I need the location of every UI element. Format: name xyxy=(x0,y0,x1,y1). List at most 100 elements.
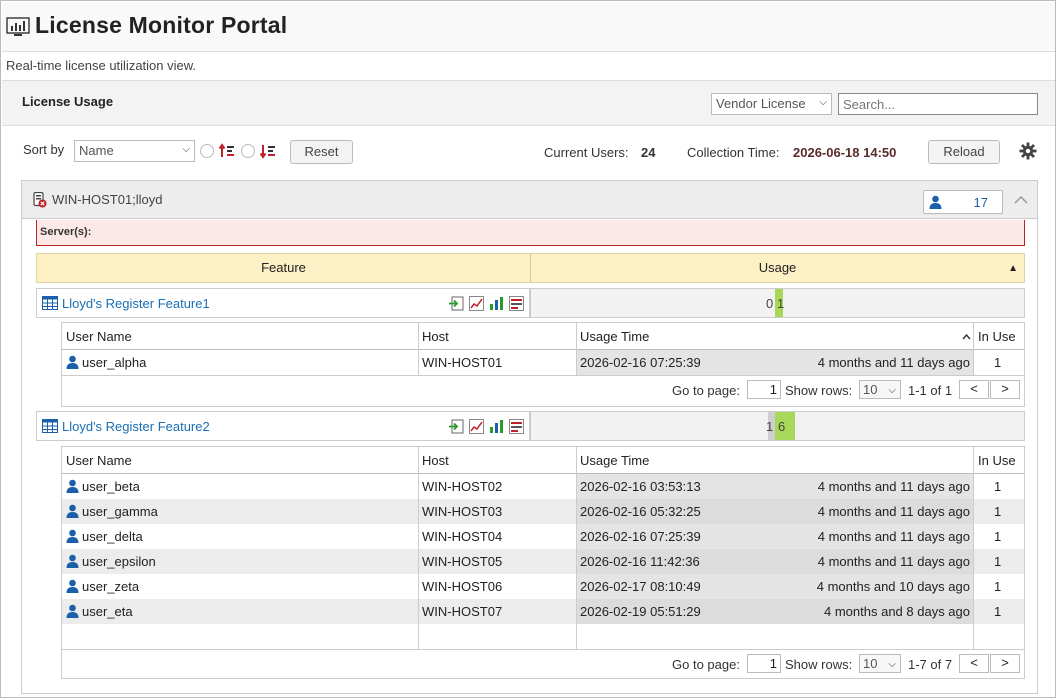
user-table-header: User Name Host Usage Time In Use xyxy=(62,447,1024,474)
prev-page-button[interactable]: < xyxy=(959,380,989,399)
host-cell: WIN-HOST02 xyxy=(422,479,503,494)
sort-ascending-radio[interactable] xyxy=(200,144,214,158)
sort-up-icon xyxy=(962,334,971,340)
table-row[interactable]: user_alpha WIN-HOST01 2026-02-16 07:25:3… xyxy=(62,350,1024,375)
app-subtitle: Real-time license utilization view. xyxy=(6,58,197,73)
host-cell: WIN-HOST03 xyxy=(422,504,503,519)
chevron-up-icon[interactable] xyxy=(1014,195,1028,204)
chevron-down-icon: ⌵ xyxy=(888,659,896,670)
col-host[interactable]: Host xyxy=(422,323,449,350)
divider xyxy=(576,323,577,375)
export-icon[interactable] xyxy=(449,296,464,311)
reload-button[interactable]: Reload xyxy=(928,140,1000,164)
next-page-button[interactable]: > xyxy=(990,380,1020,399)
col-host[interactable]: Host xyxy=(422,447,449,474)
usage-column-header[interactable]: Usage ▲ xyxy=(531,254,1024,282)
report-icon[interactable] xyxy=(509,419,524,434)
col-in-use[interactable]: In Use xyxy=(978,323,1016,350)
usage-ago: 4 months and 11 days ago xyxy=(817,504,970,519)
pager: Go to page: 1 Show rows: 10 ⌵ 1-1 of 1 < … xyxy=(62,375,1024,403)
feature-name-cell: Lloyd's Register Feature2 xyxy=(36,411,530,441)
user-name-cell: user_alpha xyxy=(66,350,146,375)
servers-label: Server(s): xyxy=(40,226,92,238)
user-count-badge: 17 xyxy=(923,190,1003,214)
pager: Go to page: 1 Show rows: 10 ⌵ 1-7 of 7 < … xyxy=(62,649,1024,677)
user-name-cell: user_delta xyxy=(66,524,143,549)
host-name: WIN-HOST01;lloyd xyxy=(52,192,163,207)
next-page-button[interactable]: > xyxy=(990,654,1020,673)
table-row[interactable]: user_epsilon WIN-HOST05 2026-02-16 11:42… xyxy=(62,549,1024,574)
bar-chart-icon[interactable] xyxy=(489,419,504,434)
bar-chart-icon[interactable] xyxy=(489,296,504,311)
host-card: WIN-HOST01;lloyd 17 Server(s): Feature U… xyxy=(21,180,1038,694)
host-header[interactable]: WIN-HOST01;lloyd 17 xyxy=(22,181,1037,219)
rows-select[interactable]: 10 ⌵ xyxy=(859,654,901,673)
user-icon xyxy=(66,529,79,543)
current-users-label: Current Users: xyxy=(544,145,629,160)
vendor-select[interactable]: Vendor License ⌵ xyxy=(711,93,832,115)
page-input[interactable]: 1 xyxy=(747,380,781,399)
user-icon xyxy=(66,604,79,618)
usage-ago: 4 months and 11 days ago xyxy=(817,529,970,544)
servers-alert: Server(s): xyxy=(36,220,1025,246)
prev-page-button[interactable]: < xyxy=(959,654,989,673)
rows-select-value: 10 xyxy=(863,656,878,671)
export-icon[interactable] xyxy=(449,419,464,434)
usage-right-value: 6 xyxy=(778,419,786,434)
feature-column-header[interactable]: Feature xyxy=(37,254,531,282)
col-user-name[interactable]: User Name xyxy=(66,323,132,350)
host-cell: WIN-HOST06 xyxy=(422,579,503,594)
user-table-header: User Name Host Usage Time In Use xyxy=(62,323,1024,350)
sort-descending-icon xyxy=(260,145,275,159)
sort-ascending-icon xyxy=(219,143,234,157)
divider xyxy=(973,447,974,649)
title-bar: License Monitor Portal xyxy=(2,2,1055,52)
col-in-use[interactable]: In Use xyxy=(978,447,1016,474)
col-usage-time[interactable]: Usage Time xyxy=(580,447,649,474)
col-usage-time[interactable]: Usage Time xyxy=(580,323,649,350)
feature-actions xyxy=(449,296,524,311)
feature-name-link[interactable]: Lloyd's Register Feature1 xyxy=(62,296,210,311)
reset-button[interactable]: Reset xyxy=(290,140,353,164)
usage-ago: 4 months and 10 days ago xyxy=(816,579,970,594)
gear-icon[interactable] xyxy=(1019,142,1037,160)
usage-time-cell: 2026-02-17 08:10:49 4 months and 10 days … xyxy=(577,574,973,599)
host-cell: WIN-HOST01 xyxy=(422,355,503,370)
line-chart-icon[interactable] xyxy=(469,419,484,434)
table-row[interactable]: user_delta WIN-HOST04 2026-02-16 07:25:3… xyxy=(62,524,1024,549)
show-rows-label: Show rows: xyxy=(785,657,853,672)
usage-right-value: 1 xyxy=(777,296,785,311)
in-use-cell: 1 xyxy=(994,604,1002,619)
host-cell: WIN-HOST07 xyxy=(422,604,503,619)
in-use-cell: 1 xyxy=(994,529,1002,544)
in-use-cell: 1 xyxy=(994,579,1002,594)
user-count-value: 17 xyxy=(973,195,988,210)
col-user-name[interactable]: User Name xyxy=(66,447,132,474)
usage-time: 2026-02-17 08:10:49 xyxy=(580,579,701,594)
current-users-value: 24 xyxy=(641,145,656,160)
table-row[interactable]: user_zeta WIN-HOST06 2026-02-17 08:10:49… xyxy=(62,574,1024,599)
sort-select[interactable]: Name ⌵ xyxy=(74,140,195,162)
line-chart-icon[interactable] xyxy=(469,296,484,311)
show-rows-label: Show rows: xyxy=(785,383,853,398)
usage-ago: 4 months and 11 days ago xyxy=(817,355,970,370)
usage-time: 2026-02-16 03:53:13 xyxy=(580,479,701,494)
divider xyxy=(418,323,419,375)
page-input[interactable]: 1 xyxy=(747,654,781,673)
feature-row: Lloyd's Register Feature1 0 1 xyxy=(36,288,1025,318)
user-icon xyxy=(66,479,79,493)
rows-select[interactable]: 10 ⌵ xyxy=(859,380,901,399)
search-input[interactable] xyxy=(838,93,1038,115)
feature-row: Lloyd's Register Feature2 1 6 xyxy=(36,411,1025,441)
in-use-cell: 1 xyxy=(994,554,1002,569)
sort-descending-radio[interactable] xyxy=(241,144,255,158)
table-row[interactable]: user_eta WIN-HOST07 2026-02-19 05:51:29 4… xyxy=(62,599,1024,624)
in-use-cell: 1 xyxy=(994,355,1002,370)
usage-time: 2026-02-16 07:25:39 xyxy=(580,529,701,544)
table-row[interactable]: user_gamma WIN-HOST03 2026-02-16 05:32:2… xyxy=(62,499,1024,524)
feature-name-link[interactable]: Lloyd's Register Feature2 xyxy=(62,419,210,434)
table-row[interactable]: user_beta WIN-HOST02 2026-02-16 03:53:13… xyxy=(62,474,1024,499)
user-name-cell: user_zeta xyxy=(66,574,139,599)
report-icon[interactable] xyxy=(509,296,524,311)
feature-actions xyxy=(449,419,524,434)
